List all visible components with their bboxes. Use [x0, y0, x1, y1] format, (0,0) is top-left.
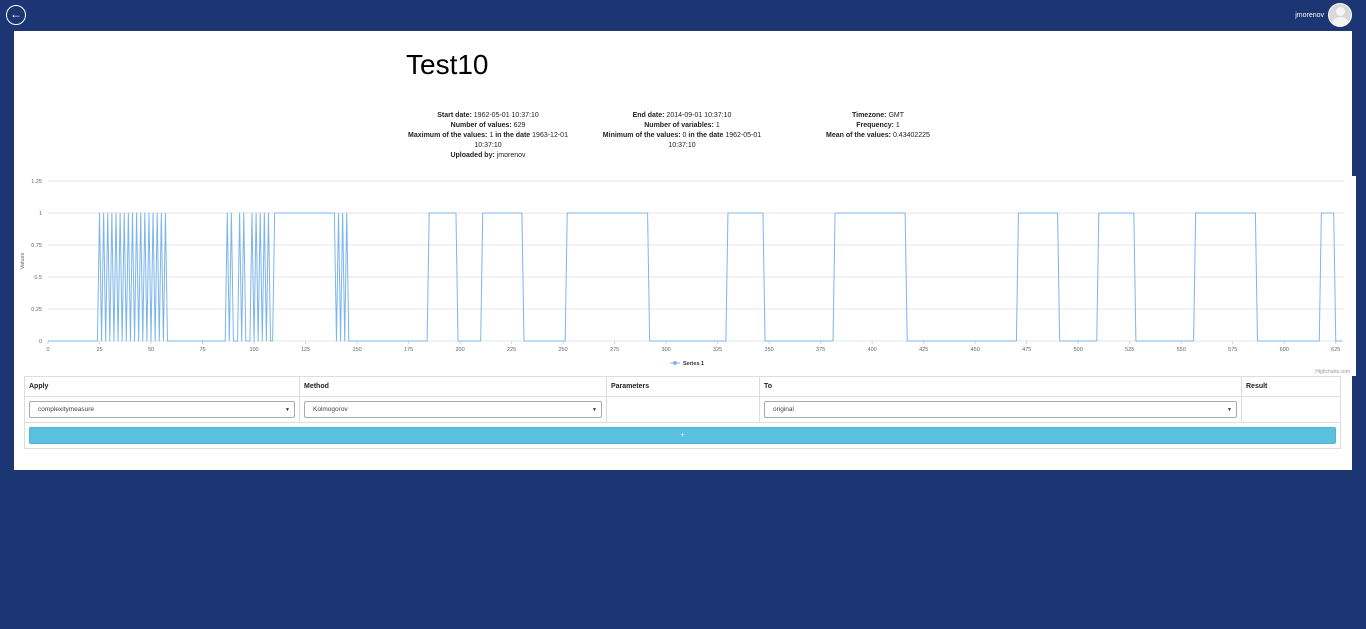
to-select-value: original	[773, 406, 794, 413]
uploaded-by-value: jmorenov	[496, 152, 526, 159]
operations-table: Apply Method Parameters To Result comple…	[24, 376, 1341, 449]
mean-label: Mean of the values:	[826, 132, 892, 139]
y-tick-label: 0	[39, 339, 42, 345]
x-tick-label: 0	[46, 347, 49, 353]
x-tick-label: 350	[765, 347, 774, 353]
mean-value: 0.43402225	[892, 132, 930, 139]
header-to: To	[759, 376, 1242, 397]
info-column-start: Start date: 1962-05-01 10:37:10 Number o…	[406, 111, 570, 161]
add-operation-button[interactable]: +	[29, 427, 1336, 444]
x-tick-label: 50	[148, 347, 154, 353]
x-tick-label: 500	[1074, 347, 1083, 353]
x-tick-label: 550	[1177, 347, 1186, 353]
x-tick-label: 75	[199, 347, 205, 353]
chart-svg: 0 0.25 0.5 0.75 1 1.25 0 25 50 75 100 125 150 175 200 2…	[20, 179, 1344, 367]
info-column-stats: Timezone: GMT Frequency: 1 Mean of the v…	[824, 111, 932, 141]
timezone-value: GMT	[888, 112, 904, 119]
max-value: 1	[489, 132, 494, 139]
y-tick-label: 0.75	[31, 243, 42, 249]
method-select-value: Kolmogorov	[313, 406, 348, 413]
x-tick-label: 600	[1280, 347, 1289, 353]
parameters-cell	[606, 396, 760, 423]
start-date-label: Start date:	[437, 112, 472, 119]
x-tick-label: 25	[96, 347, 102, 353]
back-arrow-icon[interactable]: ←	[6, 5, 26, 25]
y-tick-label: 1	[39, 211, 42, 217]
header-apply: Apply	[24, 376, 300, 397]
time-series-chart: 0 0.25 0.5 0.75 1 1.25 0 25 50 75 100 125 150 175 200 2…	[14, 176, 1356, 376]
x-tick-label: 400	[868, 347, 877, 353]
num-values-label: Number of values:	[450, 122, 512, 129]
table-row: complexitymeasure ▼ Kolmogorov ▼ origina…	[24, 396, 1341, 423]
x-tick-label: 275	[610, 347, 619, 353]
x-tick-label: 175	[404, 347, 413, 353]
user-menu[interactable]: jmorenov	[1295, 3, 1352, 27]
y-tick-label: 0.5	[34, 275, 42, 281]
username: jmorenov	[1295, 11, 1324, 19]
y-axis-title: Values	[20, 253, 26, 270]
x-tick-label: 325	[713, 347, 722, 353]
min-date-label: in the date	[688, 132, 724, 139]
x-tick-label: 300	[662, 347, 671, 353]
y-tick-label: 1.25	[31, 179, 42, 185]
x-tick-label: 625	[1331, 347, 1340, 353]
apply-select[interactable]: complexitymeasure ▼	[29, 401, 295, 418]
x-tick-label: 450	[971, 347, 980, 353]
x-tick-label: 375	[816, 347, 825, 353]
x-tick-label: 250	[559, 347, 568, 353]
y-tick-label: 0.25	[31, 307, 42, 313]
min-label: Minimum of the values:	[602, 132, 681, 139]
main-panel: Test10 Start date: 1962-05-01 10:37:10 N…	[14, 31, 1356, 470]
max-date-label: in the date	[495, 132, 531, 139]
user-avatar-icon[interactable]	[1328, 3, 1352, 27]
timezone-label: Timezone:	[851, 112, 887, 119]
min-value: 0	[682, 132, 687, 139]
num-variables-label: Number of variables:	[644, 122, 714, 129]
info-column-end: End date: 2014-09-01 10:37:10 Number of …	[602, 111, 762, 151]
page-title: Test10	[406, 49, 489, 80]
apply-select-value: complexitymeasure	[38, 406, 94, 413]
x-tick-label: 225	[507, 347, 516, 353]
num-variables-value: 1	[715, 122, 720, 129]
x-tick-label: 200	[455, 347, 464, 353]
frequency-value: 1	[895, 122, 900, 129]
num-values-value: 629	[513, 122, 526, 129]
header-parameters: Parameters	[606, 376, 760, 397]
result-cell	[1241, 396, 1341, 423]
end-date-value: 2014-09-01 10:37:10	[666, 112, 732, 119]
max-label: Maximum of the values:	[408, 132, 488, 139]
uploaded-by-label: Uploaded by:	[450, 152, 495, 159]
x-tick-label: 150	[352, 347, 361, 353]
add-row: +	[24, 422, 1341, 449]
chevron-down-icon: ▼	[285, 406, 290, 413]
x-tick-label: 575	[1228, 347, 1237, 353]
x-tick-label: 525	[1125, 347, 1134, 353]
x-tick-label: 125	[301, 347, 310, 353]
method-select[interactable]: Kolmogorov ▼	[304, 401, 602, 418]
to-select[interactable]: original ▼	[764, 401, 1237, 418]
end-date-label: End date:	[632, 112, 665, 119]
header-result: Result	[1241, 376, 1341, 397]
legend-series-label: Series 1	[683, 361, 704, 367]
start-date-value: 1962-05-01 10:37:10	[473, 112, 539, 119]
frequency-label: Frequency:	[856, 122, 894, 129]
legend-marker-icon	[673, 361, 677, 365]
x-tick-label: 425	[919, 347, 928, 353]
x-tick-label: 475	[1022, 347, 1031, 353]
chart-credit[interactable]: Highcharts.com	[1315, 369, 1350, 375]
chevron-down-icon: ▼	[592, 406, 597, 413]
header-method: Method	[299, 376, 607, 397]
chevron-down-icon: ▼	[1227, 406, 1232, 413]
x-tick-label: 100	[249, 347, 258, 353]
